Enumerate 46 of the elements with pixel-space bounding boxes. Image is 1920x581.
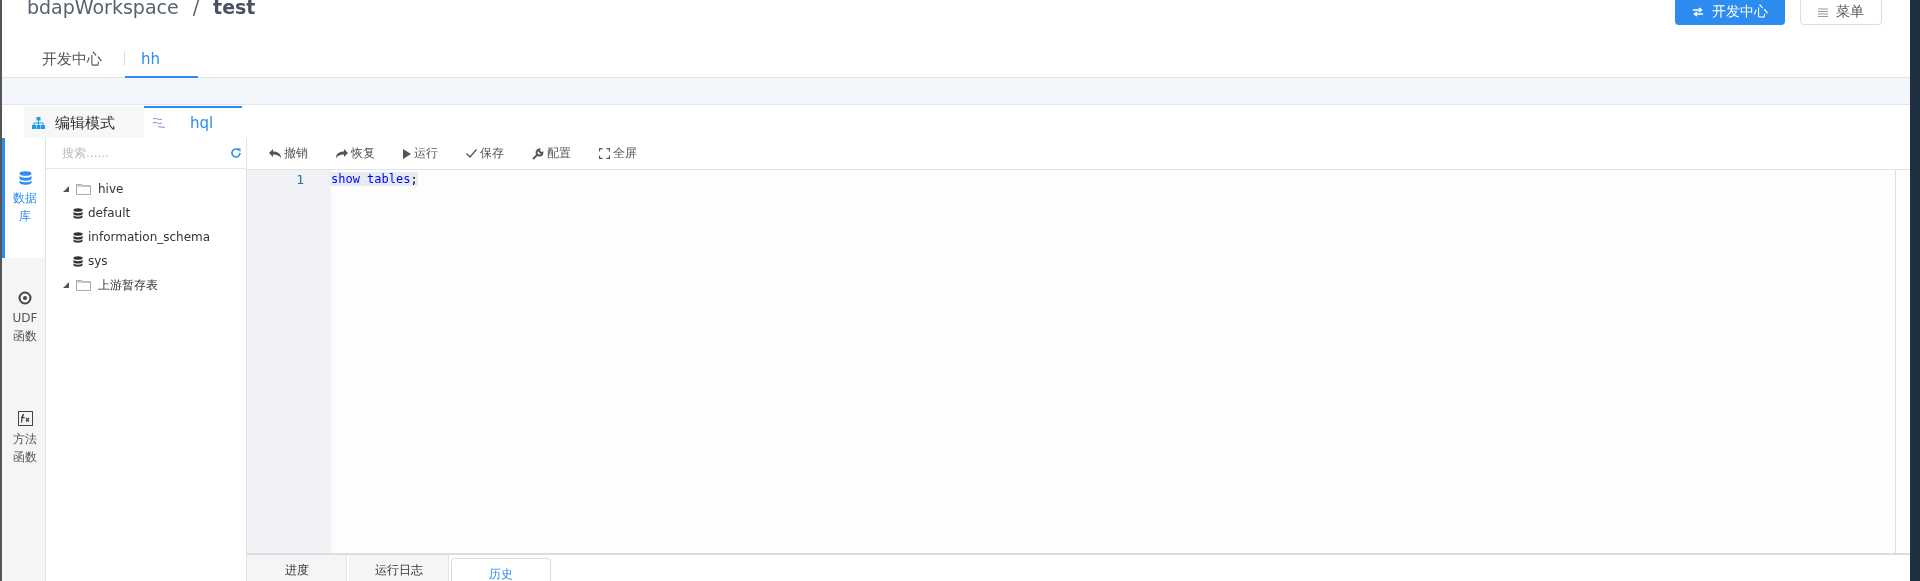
- refresh-icon[interactable]: [230, 147, 242, 159]
- page-tab[interactable]: 开发中心: [20, 39, 124, 78]
- hierarchy-icon: [32, 117, 45, 129]
- toolbar-button[interactable]: 全屏: [599, 145, 637, 162]
- search-field[interactable]: 搜索......: [60, 145, 226, 161]
- panel-tab[interactable]: 历史: [451, 558, 551, 581]
- editor-tab[interactable]: 编辑模式: [24, 106, 144, 138]
- database-icon: [73, 255, 83, 267]
- expanded-caret-icon[interactable]: [63, 282, 69, 288]
- breadcrumb-item: bdapWorkspace: [27, 0, 179, 18]
- sidebar-tab[interactable]: 方法函数: [2, 378, 45, 498]
- wrench-icon: [532, 147, 544, 160]
- tree-node[interactable]: sys: [46, 249, 246, 273]
- swap-icon: [1692, 7, 1704, 17]
- check-icon: [466, 149, 477, 158]
- list-icon: [1818, 7, 1828, 17]
- folder-icon: [76, 183, 91, 195]
- script-icon: [152, 117, 166, 129]
- database-icon: [73, 231, 83, 243]
- expanded-caret-icon[interactable]: [63, 186, 69, 192]
- toolbar-button[interactable]: 保存: [466, 145, 504, 162]
- panel-tab[interactable]: 运行日志: [349, 555, 449, 581]
- function-icon: [17, 411, 33, 426]
- redo-icon: [336, 148, 348, 159]
- tree-node[interactable]: information_schema: [46, 225, 246, 249]
- sidebar-tab[interactable]: UDF函数: [2, 258, 45, 378]
- database-icon: [18, 171, 32, 185]
- database-icon: [73, 207, 83, 219]
- folder-icon: [76, 279, 91, 291]
- toolbar-button[interactable]: 撤销: [269, 145, 308, 162]
- line-number: 1: [295, 171, 305, 189]
- tree-node[interactable]: 上游暂存表: [46, 273, 246, 297]
- toolbar-button[interactable]: 运行: [403, 145, 438, 162]
- fullscreen-icon: [599, 148, 610, 159]
- play-icon: [403, 148, 411, 159]
- tree-node[interactable]: hive: [46, 177, 246, 201]
- breadcrumb-item: /: [192, 0, 200, 18]
- menu-button[interactable]: 菜单: [1800, 0, 1882, 25]
- sidebar-tab[interactable]: 数据库: [2, 138, 45, 258]
- breadcrumb-item: test: [213, 0, 256, 18]
- panel-tab[interactable]: 进度: [247, 555, 347, 581]
- undo-icon: [269, 148, 281, 159]
- target-icon: [18, 291, 32, 305]
- tree-node[interactable]: default: [46, 201, 246, 225]
- toolbar-button[interactable]: 恢复: [336, 145, 375, 162]
- toolbar-button[interactable]: 配置: [532, 145, 571, 162]
